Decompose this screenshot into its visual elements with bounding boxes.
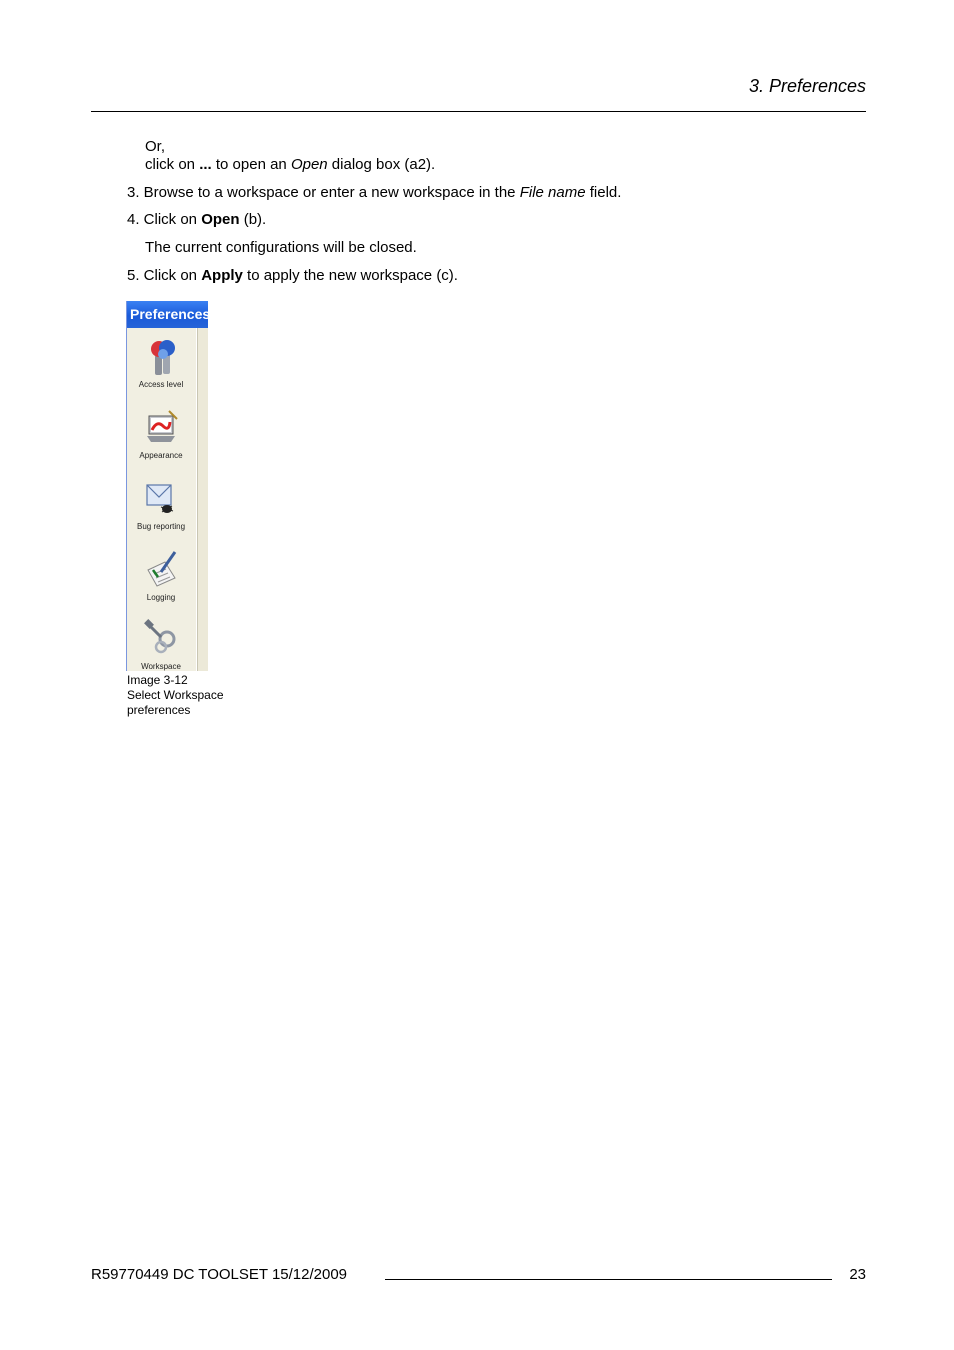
bug-envelope-icon — [139, 477, 183, 521]
or-line: Or, — [145, 138, 166, 155]
content-pane — [198, 328, 208, 671]
pref-item-bug-reporting[interactable]: Bug reporting — [127, 477, 195, 531]
pref-item-logging[interactable]: Logging — [127, 548, 195, 602]
workspace-tools-icon — [139, 617, 183, 661]
pref-item-workspace[interactable]: Workspace — [127, 617, 195, 671]
pref-item-label: Logging — [146, 593, 176, 602]
image-caption: Image 3-12 Select Workspace preferences — [127, 673, 224, 718]
header-rule — [91, 111, 866, 112]
text-segment: dialog box (a2). — [327, 156, 436, 173]
caption-line: Image 3-12 — [127, 673, 188, 687]
logging-pen-icon — [139, 548, 183, 592]
caption-line: Select Workspace — [127, 688, 224, 702]
apply-bold: Apply — [201, 267, 243, 284]
appearance-icon — [139, 406, 183, 450]
text-segment: 3. Browse to a workspace or enter a new … — [127, 184, 520, 201]
page-header-title: 3. Preferences — [748, 76, 866, 96]
text-segment: (b). — [239, 211, 267, 228]
pref-item-label: Appearance — [139, 451, 183, 460]
caption-line: preferences — [127, 703, 191, 717]
ellipsis-bold: ... — [199, 156, 212, 173]
click-ellipsis-line: click on ... to open an Open dialog box … — [145, 156, 435, 174]
footer-doc-info: R59770449 DC TOOLSET 15/12/2009 — [91, 1266, 348, 1283]
keys-icon — [139, 335, 183, 379]
preferences-titlebar: Preferences — [127, 301, 208, 328]
step-4-note: The current configurations will be close… — [145, 239, 417, 256]
footer-rule — [385, 1279, 832, 1280]
step-4: 4. Click on Open (b). — [127, 211, 266, 229]
text-segment: 4. Click on — [127, 211, 202, 228]
pref-item-appearance[interactable]: Appearance — [127, 406, 195, 460]
text-segment: field. — [585, 184, 622, 201]
pref-item-label: Workspace — [141, 662, 181, 671]
text-segment: click on — [145, 156, 200, 173]
open-italic: Open — [290, 156, 328, 173]
step-3: 3. Browse to a workspace or enter a new … — [127, 184, 621, 202]
step-5: 5. Click on Apply to apply the new works… — [127, 267, 458, 285]
text-segment: to open an — [211, 156, 291, 173]
file-name-italic: File name — [519, 184, 586, 201]
pref-item-label: Bug reporting — [136, 522, 186, 531]
open-bold: Open — [201, 211, 240, 228]
text-segment: to apply the new workspace (c). — [242, 267, 458, 284]
pref-item-access-level[interactable]: Access level — [127, 335, 195, 389]
preferences-screenshot: Preferences Access level Appearance Bug … — [126, 301, 208, 671]
page-number: 23 — [849, 1266, 866, 1283]
pref-item-label: Access level — [138, 380, 184, 389]
text-segment: 5. Click on — [127, 267, 202, 284]
